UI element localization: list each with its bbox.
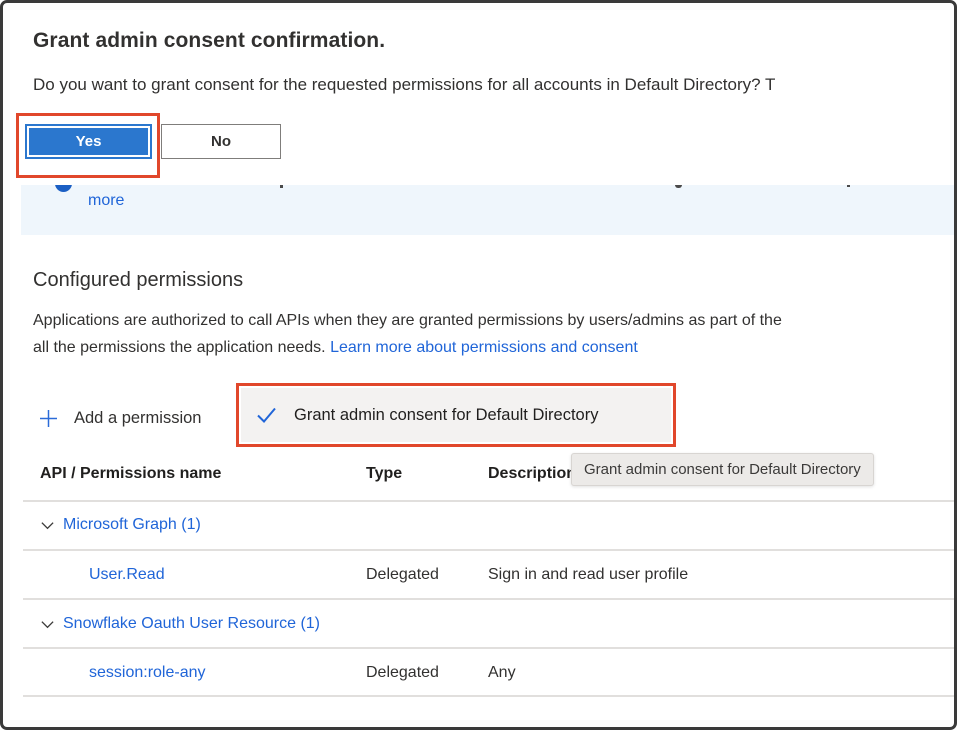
- group-row-microsoft-graph[interactable]: Microsoft Graph (1): [40, 516, 201, 534]
- permission-type: Delegated: [366, 566, 439, 584]
- grant-admin-consent-label: Grant admin consent for Default Director…: [294, 406, 598, 425]
- section-heading: Configured permissions: [33, 269, 243, 292]
- clipped-text-fragment: [847, 185, 850, 187]
- group-row-snowflake-oauth[interactable]: Snowflake Oauth User Resource (1): [40, 615, 320, 633]
- column-header-api-permissions-name: API / Permissions name: [40, 465, 221, 483]
- tooltip: Grant admin consent for Default Director…: [571, 453, 874, 486]
- more-link[interactable]: more: [88, 192, 124, 210]
- check-icon: [256, 406, 277, 424]
- divider: [23, 549, 954, 551]
- section-description-line2: all the permissions the application need…: [33, 334, 954, 361]
- section-description-line2-text: all the permissions the application need…: [33, 339, 330, 356]
- divider: [23, 647, 954, 649]
- clipped-text-fragment: [280, 185, 283, 188]
- divider: [23, 500, 954, 502]
- section-description-line1: Applications are authorized to call APIs…: [33, 307, 954, 334]
- column-header-type: Type: [366, 465, 402, 483]
- permission-description: Any: [488, 664, 516, 682]
- chevron-down-icon[interactable]: [40, 518, 55, 533]
- add-permission-label: Add a permission: [74, 409, 201, 428]
- info-banner: more: [21, 185, 954, 235]
- section-description: Applications are authorized to call APIs…: [33, 307, 954, 361]
- clipped-text-fragment: [675, 185, 682, 188]
- add-permission-button[interactable]: Add a permission: [39, 401, 201, 435]
- grant-admin-consent-button[interactable]: Grant admin consent for Default Director…: [241, 388, 671, 442]
- chevron-down-icon[interactable]: [40, 617, 55, 632]
- info-icon: [55, 185, 72, 192]
- divider: [23, 695, 954, 697]
- permission-link-user-read[interactable]: User.Read: [89, 566, 165, 584]
- no-button[interactable]: No: [161, 124, 281, 159]
- group-link-snowflake-oauth[interactable]: Snowflake Oauth User Resource (1): [63, 615, 320, 633]
- dialog-message: Do you want to grant consent for the req…: [33, 75, 954, 95]
- learn-more-link[interactable]: Learn more about permissions and consent: [330, 339, 638, 356]
- permission-description: Sign in and read user profile: [488, 566, 688, 584]
- divider: [23, 598, 954, 600]
- permission-link-session-role-any[interactable]: session:role-any: [89, 664, 206, 682]
- dialog-title: Grant admin consent confirmation.: [33, 29, 385, 53]
- column-header-description: Description: [488, 465, 576, 483]
- plus-icon: [39, 409, 58, 428]
- permission-type: Delegated: [366, 664, 439, 682]
- screenshot-frame: Grant admin consent confirmation. Do you…: [0, 0, 957, 730]
- group-link-microsoft-graph[interactable]: Microsoft Graph (1): [63, 516, 201, 534]
- yes-button[interactable]: Yes: [25, 124, 152, 159]
